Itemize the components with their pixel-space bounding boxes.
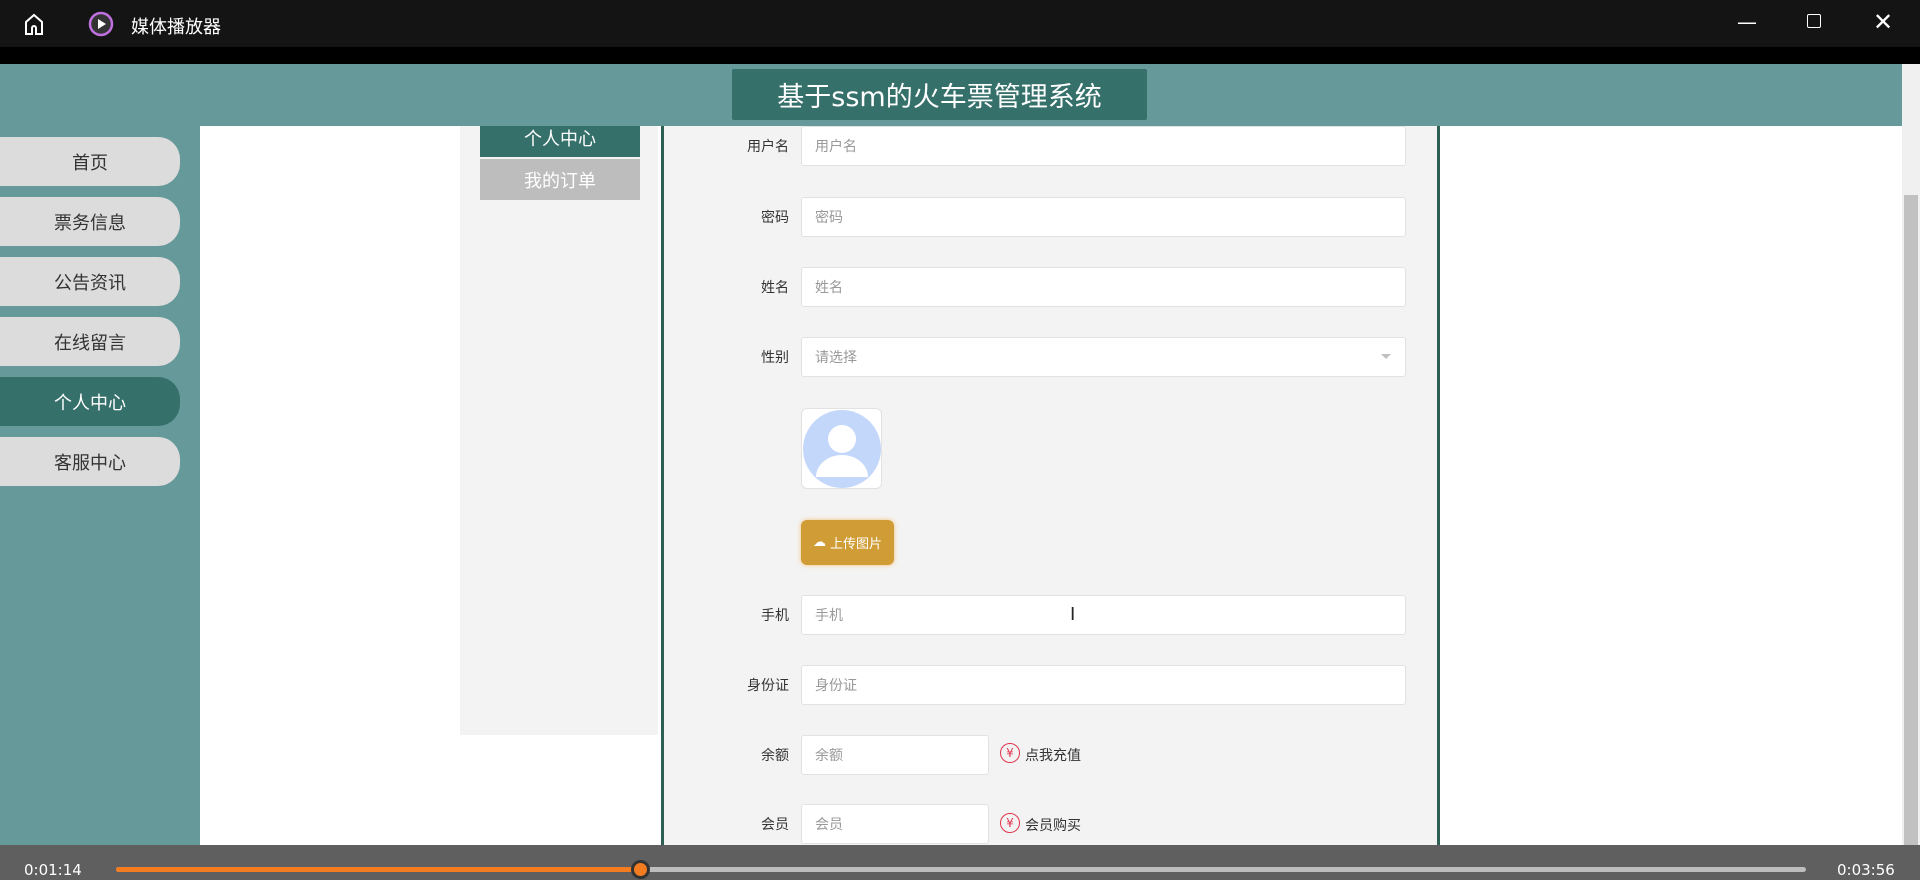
avatar-placeholder-icon (803, 410, 881, 488)
gender-select-value: 请选择 (815, 350, 857, 366)
player-title: 媒体播放器 (131, 17, 221, 38)
scrollbar-thumb[interactable] (1904, 195, 1918, 855)
profile-submenu: 个人中心 我的订单 (460, 126, 658, 735)
username-label: 用户名 (747, 139, 789, 155)
media-player-logo-icon (88, 11, 114, 37)
sidebar-item-tickets[interactable]: 票务信息 (0, 197, 180, 246)
balance-label: 余额 (761, 748, 789, 764)
password-input[interactable]: 密码 (801, 197, 1406, 237)
balance-input[interactable]: 余额 (801, 735, 989, 775)
seek-bar-played (116, 867, 640, 872)
submenu-orders[interactable]: 我的订单 (480, 159, 640, 200)
username-input[interactable]: 用户名 (801, 126, 1406, 166)
name-input[interactable]: 姓名 (801, 267, 1406, 307)
close-button[interactable]: ✕ (1873, 8, 1893, 36)
phone-label: 手机 (761, 608, 789, 624)
yen-icon: ¥ (1000, 813, 1020, 833)
minimize-button[interactable]: — (1737, 10, 1757, 34)
sidebar-item-messages[interactable]: 在线留言 (0, 317, 180, 366)
player-controls: 0:01:14 0:03:56 (0, 845, 1920, 880)
seek-knob[interactable] (630, 860, 650, 879)
letterbox-strip (0, 47, 1920, 64)
chevron-down-icon (1381, 354, 1391, 364)
sidebar-item-profile[interactable]: 个人中心 (0, 377, 180, 426)
total-time: 0:03:56 (1837, 861, 1895, 879)
restore-button[interactable] (1807, 14, 1821, 28)
buy-membership-link[interactable]: 会员购买 (1025, 815, 1081, 835)
password-label: 密码 (761, 210, 789, 226)
sidebar: 首页 票务信息 公告资讯 在线留言 个人中心 客服中心 (0, 126, 200, 880)
upload-image-button[interactable]: ☁ 上传图片 (801, 520, 894, 565)
site-title: 基于ssm的火车票管理系统 (732, 69, 1147, 120)
member-label: 会员 (761, 817, 789, 833)
player-title-bar: 媒体播放器 — ✕ (0, 0, 1920, 47)
name-label: 姓名 (761, 280, 789, 296)
current-time: 0:01:14 (24, 861, 82, 879)
seek-bar[interactable] (116, 860, 1806, 879)
recharge-link[interactable]: 点我充值 (1025, 745, 1081, 765)
avatar-preview (801, 408, 882, 489)
yen-icon: ¥ (1000, 743, 1020, 763)
id-card-label: 身份证 (747, 678, 789, 694)
site-header: 基于ssm的火车票管理系统 (0, 64, 1902, 126)
text-cursor-icon: I (1070, 604, 1076, 625)
sidebar-item-home[interactable]: 首页 (0, 137, 180, 186)
phone-input[interactable]: 手机 (801, 595, 1406, 635)
cloud-upload-icon: ☁ (812, 535, 826, 550)
gender-select[interactable]: 请选择 (801, 337, 1406, 377)
sidebar-item-news[interactable]: 公告资讯 (0, 257, 180, 306)
gender-label: 性别 (761, 350, 789, 366)
submenu-profile[interactable]: 个人中心 (480, 126, 640, 157)
id-card-input[interactable]: 身份证 (801, 665, 1406, 705)
upload-image-label: 上传图片 (829, 537, 882, 552)
sidebar-item-service[interactable]: 客服中心 (0, 437, 180, 486)
home-icon[interactable] (22, 12, 46, 36)
member-input[interactable]: 会员 (801, 804, 989, 844)
